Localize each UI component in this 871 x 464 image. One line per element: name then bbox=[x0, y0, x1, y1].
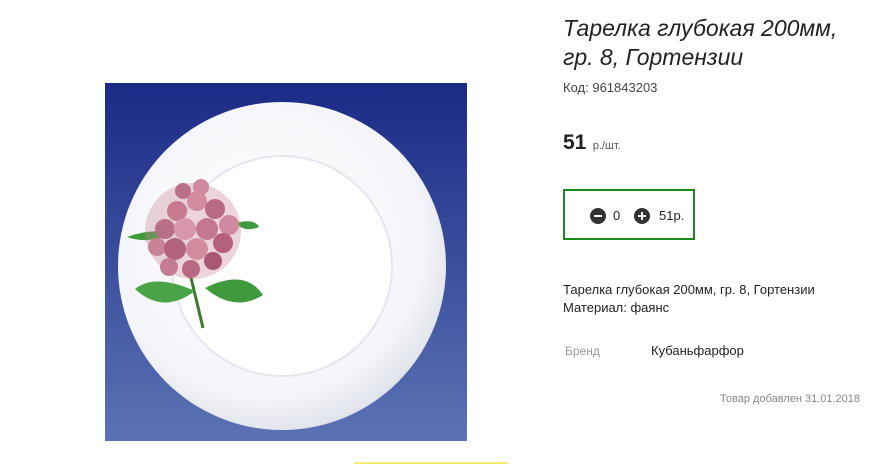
plus-circle-icon[interactable] bbox=[634, 208, 650, 224]
quantity-stepper: 0 51р. bbox=[563, 189, 695, 240]
price-value: 51 bbox=[563, 131, 587, 154]
quantity-value[interactable]: 0 bbox=[613, 208, 627, 224]
brand-row: Бренд Кубаньфарфор bbox=[565, 343, 744, 358]
product-description: Тарелка глубокая 200мм, гр. 8, Гортензии… bbox=[563, 281, 815, 317]
price-unit: р./шт. bbox=[592, 140, 621, 152]
product-code-value: 961843203 bbox=[592, 80, 658, 95]
product-code-label: Код: bbox=[563, 80, 589, 95]
description-line: Тарелка глубокая 200мм, гр. 8, Гортензии bbox=[563, 282, 815, 297]
product-code: Код: 961843203 bbox=[563, 80, 657, 95]
brand-value[interactable]: Кубаньфарфор bbox=[651, 343, 744, 358]
product-price: 51 р./шт. bbox=[563, 131, 621, 155]
product-title: Тарелка глубокая 200мм, гр. 8, Гортензии bbox=[563, 15, 838, 70]
product-image[interactable] bbox=[105, 83, 467, 441]
description-material: Материал: фаянс bbox=[563, 300, 670, 315]
brand-label: Бренд bbox=[565, 344, 600, 358]
added-date: Товар добавлен 31.01.2018 bbox=[720, 393, 861, 405]
minus-circle-icon[interactable] bbox=[590, 208, 606, 224]
quantity-total: 51р. bbox=[659, 208, 685, 223]
